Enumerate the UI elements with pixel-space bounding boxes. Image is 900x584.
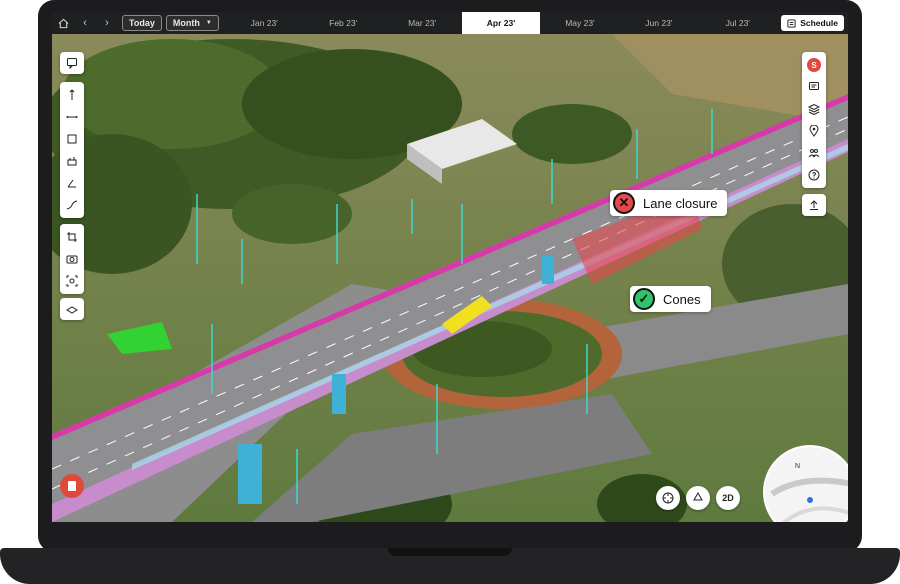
schedule-button[interactable]: Schedule [781, 15, 844, 31]
view-2d-button[interactable]: 2D [716, 486, 740, 510]
pillar [238, 444, 262, 504]
user-avatar[interactable]: S [802, 54, 826, 76]
report-button[interactable] [60, 474, 84, 498]
recycle-icon [693, 491, 703, 501]
upload-icon[interactable] [802, 194, 826, 216]
home-icon[interactable] [52, 12, 74, 34]
month-tab[interactable]: Apr 23' [461, 12, 541, 34]
chevron-left-icon[interactable]: ‹ [74, 12, 96, 34]
left-toolbar-extra [60, 298, 84, 320]
left-toolbar-top [60, 52, 84, 74]
focus-icon[interactable] [60, 270, 84, 292]
month-tab[interactable]: Mar 23' [383, 12, 462, 34]
app-screen: ‹ › Today Month ▼ Jan 23' Feb 23' Mar 23' A… [52, 12, 848, 522]
month-tabs: Jan 23' Feb 23' Mar 23' Apr 23' May 23' Jun 2… [225, 12, 777, 34]
height-measure-icon[interactable] [60, 84, 84, 106]
layers-icon[interactable] [802, 98, 826, 120]
close-circle-icon: ✕ [613, 192, 635, 214]
help-icon[interactable] [802, 164, 826, 186]
cones-label: Cones [663, 291, 701, 307]
month-tab[interactable]: Jul 23' [698, 12, 777, 34]
caret-down-icon: ▼ [205, 20, 212, 26]
lane-closure-label: Lane closure [643, 195, 718, 211]
avatar-initial: S [807, 58, 821, 72]
view-mode-label: Month [172, 18, 200, 28]
today-button[interactable]: Today [122, 15, 162, 31]
orbit-control-button[interactable] [656, 486, 680, 510]
month-tab[interactable]: May 23' [540, 12, 619, 34]
angle-measure-icon[interactable] [60, 172, 84, 194]
lane-closure-callout[interactable]: ✕ Lane closure [610, 190, 728, 216]
cones-callout[interactable]: ✓ Cones [630, 286, 711, 312]
location-pin-icon[interactable] [802, 120, 826, 142]
schedule-label: Schedule [800, 18, 838, 28]
schedule-icon [787, 18, 796, 28]
left-toolbar-capture [60, 224, 84, 294]
month-tab[interactable]: Feb 23' [304, 12, 383, 34]
orbit-icon [662, 492, 674, 504]
left-toolbar-measure [60, 82, 84, 218]
month-tab[interactable]: Jun 23' [619, 12, 698, 34]
volume-measure-icon[interactable] [60, 150, 84, 172]
camera-icon[interactable] [60, 248, 84, 270]
compass-north-icon: N [795, 463, 800, 470]
distance-measure-icon[interactable] [60, 106, 84, 128]
profile-measure-icon[interactable] [60, 194, 84, 216]
right-toolbar-share [802, 194, 826, 216]
layers-flat-icon[interactable] [60, 298, 84, 320]
team-icon[interactable] [802, 142, 826, 164]
area-measure-icon[interactable] [60, 128, 84, 150]
check-circle-icon: ✓ [633, 288, 655, 310]
map-3d-view[interactable] [52, 34, 848, 522]
timeline-bar: ‹ › Today Month ▼ Jan 23' Feb 23' Mar 23' A… [52, 12, 848, 34]
laptop-notch [388, 548, 512, 556]
comment-icon[interactable] [60, 52, 84, 74]
chevron-right-icon[interactable]: › [96, 12, 118, 34]
recycle-view-button[interactable] [686, 486, 710, 510]
document-icon [68, 481, 76, 491]
crop-icon[interactable] [60, 226, 84, 248]
comments-icon[interactable] [802, 76, 826, 98]
minimap-compass[interactable]: N [762, 444, 848, 522]
right-toolbar: S [802, 52, 826, 188]
view-mode-select[interactable]: Month ▼ [165, 15, 219, 31]
month-tab[interactable]: Jan 23' [225, 12, 304, 34]
